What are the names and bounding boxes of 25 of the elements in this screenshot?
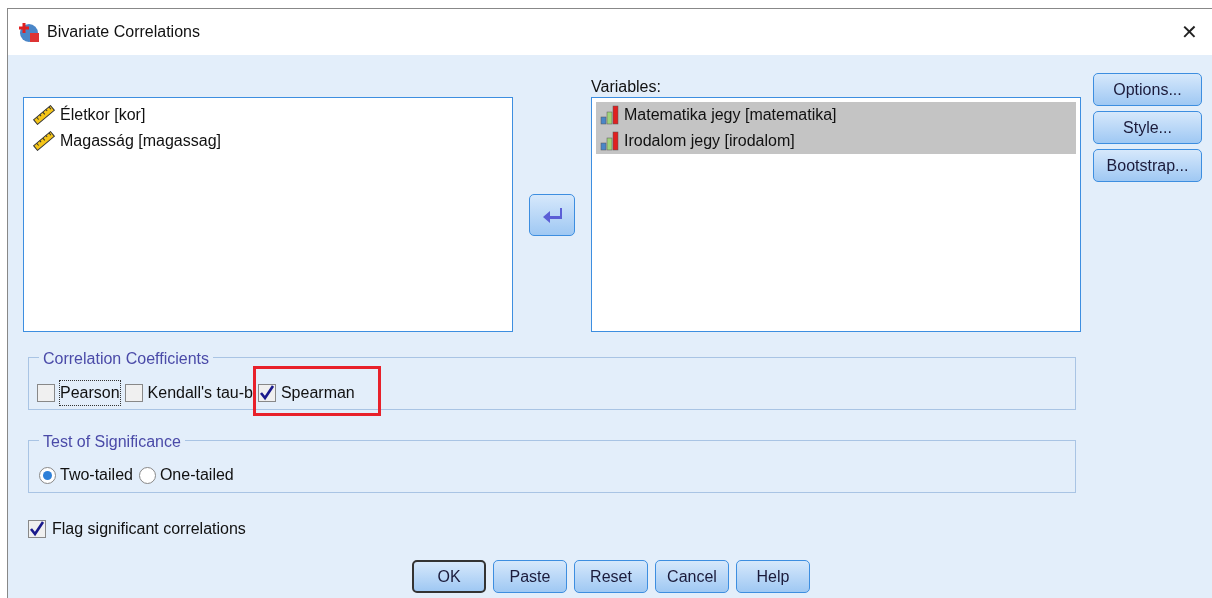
option-label[interactable]: Two-tailed (60, 463, 133, 487)
window-title: Bivariate Correlations (47, 22, 200, 42)
dialog-button[interactable]: OK (412, 560, 486, 593)
variable-item[interactable]: Életkor [kor] (28, 102, 508, 128)
option-label[interactable]: Spearman (279, 380, 356, 406)
option-label[interactable]: Flag significant correlations (52, 517, 246, 541)
close-button[interactable]: ✕ (1181, 17, 1198, 47)
variable-label: Életkor [kor] (60, 104, 146, 125)
option-label[interactable]: Pearson (59, 380, 121, 406)
dialog-button[interactable]: Paste (493, 560, 567, 593)
variable-label: Matematika jegy [matematika] (624, 105, 837, 125)
dialog-button[interactable]: Reset (574, 560, 648, 593)
option-label[interactable]: Kendall's tau-b (146, 380, 254, 406)
dialog-button[interactable]: Help (736, 560, 810, 593)
variable-item[interactable]: Matematika jegy [matematika] (596, 102, 1076, 128)
variable-item[interactable]: Magasság [magassag] (28, 128, 508, 154)
variable-label: Magasság [magassag] (60, 131, 221, 151)
dialog-button[interactable]: Cancel (655, 560, 729, 593)
variable-label: Irodalom jegy [irodalom] (624, 131, 795, 151)
variable-item[interactable]: Irodalom jegy [irodalom] (596, 128, 1076, 154)
side-button[interactable]: Options... (1093, 73, 1202, 106)
side-button[interactable]: Bootstrap... (1093, 149, 1202, 182)
side-button[interactable]: Style... (1093, 111, 1202, 144)
variables-label: Variables: (591, 77, 662, 97)
option-label[interactable]: One-tailed (159, 463, 234, 487)
